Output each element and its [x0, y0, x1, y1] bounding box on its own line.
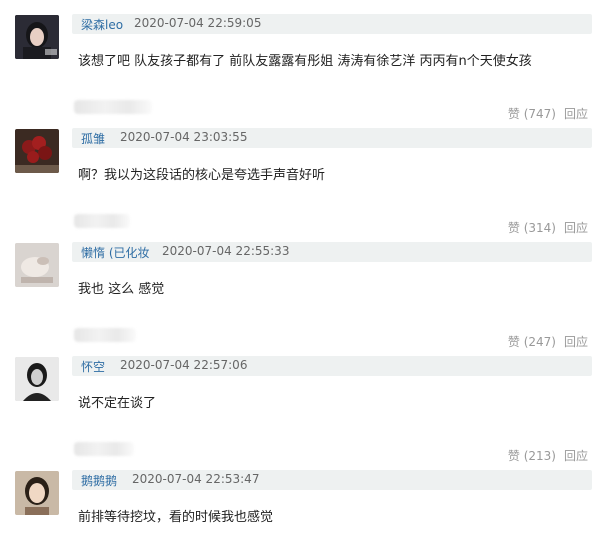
- comment-meta: 懒惰 (已化妆 2020-07-04 22:55:33: [72, 242, 592, 262]
- comment-meta: 鹅鹅鹅 2020-07-04 22:53:47: [72, 470, 592, 490]
- avatar[interactable]: [15, 129, 59, 173]
- blurred-content: [74, 442, 134, 456]
- comment-text: 我也 这么 感觉: [78, 282, 165, 297]
- comment-meta: 孤雏 2020-07-04 23:03:55: [72, 128, 592, 148]
- red-roses-icon: [15, 129, 59, 173]
- avatar[interactable]: [15, 357, 59, 401]
- avatar[interactable]: [15, 243, 59, 287]
- blurred-content: [74, 100, 152, 114]
- avatar[interactable]: [15, 15, 59, 59]
- username[interactable]: 怀空: [81, 358, 105, 375]
- comment-text: 说不定在谈了: [78, 396, 157, 411]
- comment-time: 2020-07-04 22:55:33: [162, 244, 290, 258]
- comment-meta: 梁森leo 2020-07-04 22:59:05: [72, 14, 592, 34]
- comment-item: 懒惰 (已化妆 2020-07-04 22:55:33 我也 这么 感觉 赞 (…: [0, 228, 600, 349]
- comment-item: 鹅鹅鹅 2020-07-04 22:53:47 前排等待挖坟，看的时候我也感觉: [0, 456, 600, 535]
- woman-portrait-icon: [15, 471, 59, 515]
- comment-text: 该想了吧 队友孩子都有了 前队友露露有彤姐 涛涛有徐艺洋 丙丙有n个天使女孩: [78, 54, 532, 69]
- comment-time: 2020-07-04 22:59:05: [134, 16, 262, 30]
- blurred-content: [74, 328, 136, 342]
- comment-time: 2020-07-04 22:53:47: [132, 472, 260, 486]
- comment-item: 梁森leo 2020-07-04 22:59:05 该想了吧 队友孩子都有了 前…: [0, 0, 600, 121]
- pale-hand-photo-icon: [15, 243, 59, 287]
- comment-time: 2020-07-04 22:57:06: [120, 358, 248, 372]
- username[interactable]: 孤雏: [81, 130, 105, 147]
- comment-time: 2020-07-04 23:03:55: [120, 130, 248, 144]
- comment-meta: 怀空 2020-07-04 22:57:06: [72, 356, 592, 376]
- username[interactable]: 梁森leo: [81, 16, 123, 33]
- blurred-content: [74, 214, 130, 228]
- comment-text: 前排等待挖坟，看的时候我也感觉: [78, 510, 274, 525]
- avatar[interactable]: [15, 471, 59, 515]
- comment-item: 怀空 2020-07-04 22:57:06 说不定在谈了 赞 (213) 回应: [0, 342, 600, 463]
- username[interactable]: 鹅鹅鹅: [81, 472, 117, 489]
- portrait-woman-dark-hair-icon: [15, 15, 59, 59]
- comment-text: 啊？我以为这段话的核心是夸选手声音好听: [78, 168, 326, 183]
- bw-portrait-icon: [15, 357, 59, 401]
- username[interactable]: 懒惰 (已化妆: [81, 244, 150, 261]
- comment-item: 孤雏 2020-07-04 23:03:55 啊？我以为这段话的核心是夸选手声音…: [0, 114, 600, 235]
